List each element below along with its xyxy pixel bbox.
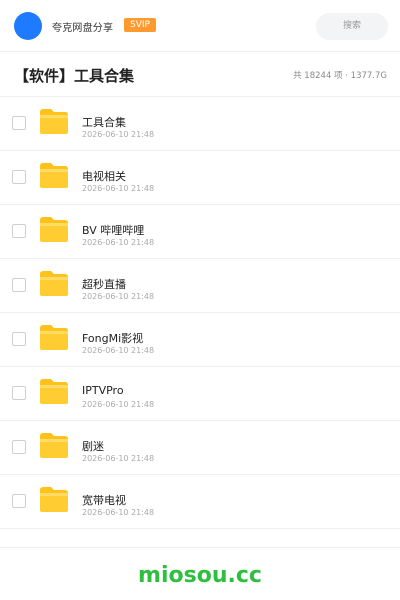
folder-icon [40,487,68,512]
list-item[interactable]: 剧迷 2026-06-10 21:48 [0,421,400,475]
select-checkbox[interactable] [12,494,26,508]
file-name[interactable]: IPTVPro [82,384,124,397]
select-checkbox[interactable] [12,440,26,454]
top-bar: 夸克网盘分享 SVIP 搜索 [0,0,400,52]
folder-icon [40,109,68,134]
folder-summary: 共 18244 项 · 1377.7G [293,71,387,81]
file-date: 2026-06-10 21:48 [82,292,155,301]
file-name[interactable]: BV 哔哩哔哩 [82,222,144,238]
file-date: 2026-06-10 21:48 [82,184,155,193]
select-checkbox[interactable] [12,224,26,238]
list-item[interactable]: 电视相关 2026-06-10 21:48 [0,151,400,205]
footer: miosou.cc [0,547,400,600]
file-date: 2026-06-10 21:48 [82,130,155,139]
file-name[interactable]: 工具合集 [82,114,126,130]
folder-icon [40,163,68,188]
select-checkbox[interactable] [12,278,26,292]
file-date: 2026-06-10 21:48 [82,346,155,355]
file-date: 2026-06-10 21:48 [82,400,155,409]
svip-badge: SVIP [124,18,156,32]
select-checkbox[interactable] [12,332,26,346]
folder-icon [40,271,68,296]
file-list: 工具合集 2026-06-10 21:48 电视相关 2026-06-10 21… [0,97,400,529]
file-name[interactable]: 剧迷 [82,438,104,454]
file-date: 2026-06-10 21:48 [82,508,155,517]
search-input[interactable]: 搜索 [316,13,388,40]
folder-icon [40,379,68,404]
watermark: miosou.cc [138,563,262,588]
file-name[interactable]: 超秒直播 [82,276,126,292]
list-item[interactable]: BV 哔哩哔哩 2026-06-10 21:48 [0,205,400,259]
list-item[interactable]: 超秒直播 2026-06-10 21:48 [0,259,400,313]
folder-icon [40,325,68,350]
list-item[interactable]: IPTVPro 2026-06-10 21:48 [0,367,400,421]
file-name[interactable]: 电视相关 [82,168,126,184]
page-header: 【软件】工具合集 共 18244 项 · 1377.7G [0,52,400,97]
file-name[interactable]: FongMi影视 [82,330,143,346]
select-checkbox[interactable] [12,170,26,184]
select-checkbox[interactable] [12,386,26,400]
list-item[interactable]: 工具合集 2026-06-10 21:48 [0,97,400,151]
folder-icon [40,433,68,458]
page-title: 【软件】工具合集 [14,67,135,85]
list-item[interactable]: FongMi影视 2026-06-10 21:48 [0,313,400,367]
file-date: 2026-06-10 21:48 [82,238,155,247]
folder-icon [40,217,68,242]
app: 夸克网盘分享 SVIP 搜索 【软件】工具合集 共 18244 项 · 1377… [0,0,400,600]
app-title: 夸克网盘分享 [52,23,114,34]
list-item[interactable]: 宽带电视 2026-06-10 21:48 [0,475,400,529]
file-date: 2026-06-10 21:48 [82,454,155,463]
file-name[interactable]: 宽带电视 [82,492,126,508]
avatar[interactable] [14,12,42,40]
select-checkbox[interactable] [12,116,26,130]
